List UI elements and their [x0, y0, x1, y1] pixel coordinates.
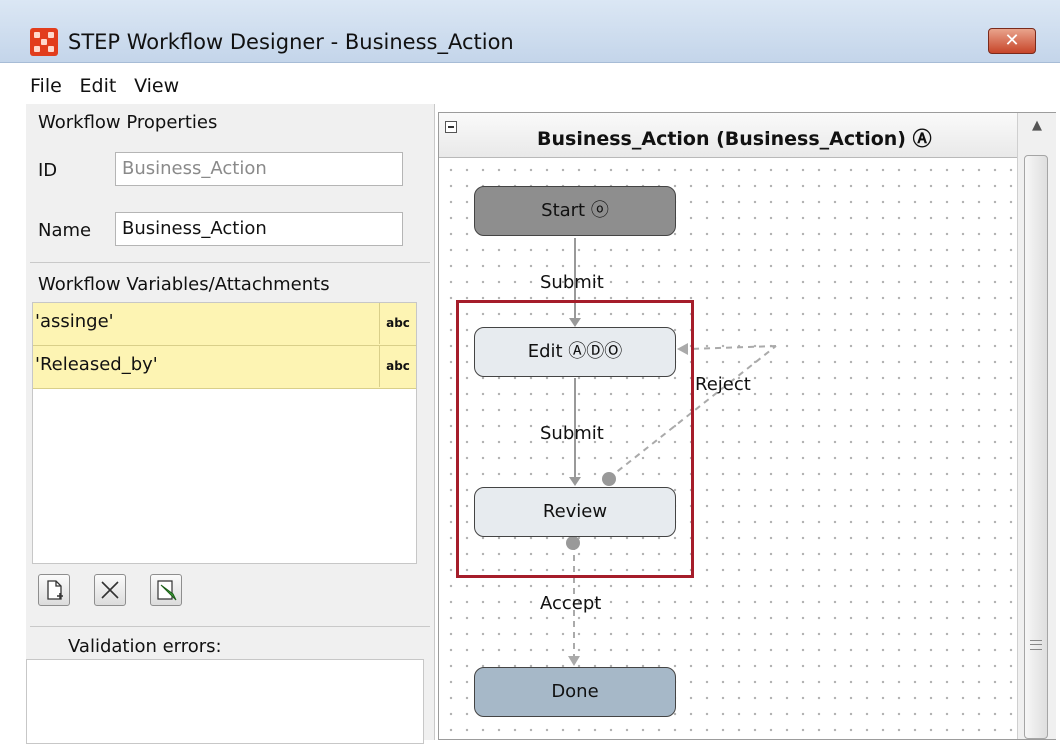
highlight-box: [456, 300, 694, 578]
node-done[interactable]: Done: [474, 667, 676, 717]
workflow-designer-window: STEP Workflow Designer - Business_Action…: [0, 0, 1060, 744]
edge-label-submit[interactable]: Submit: [540, 272, 604, 293]
node-start[interactable]: Start ⓞ: [474, 186, 676, 236]
edge-label-reject[interactable]: Reject: [695, 374, 751, 395]
edge-label-accept[interactable]: Accept: [540, 593, 601, 614]
